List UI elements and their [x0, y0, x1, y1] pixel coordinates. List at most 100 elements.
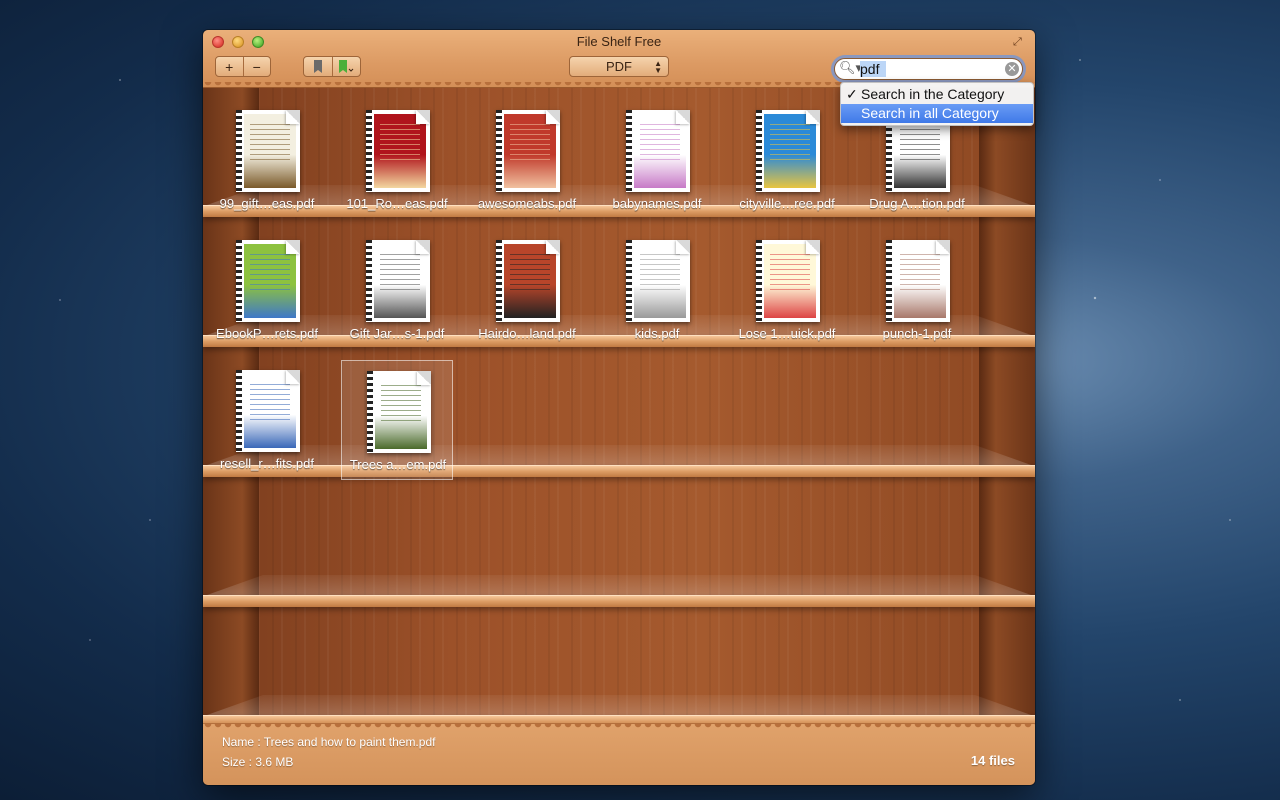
- pdf-text-lines: [510, 124, 550, 164]
- spiral-binding: [756, 240, 762, 322]
- pdf-text-lines: [250, 124, 290, 164]
- pdf-file-item[interactable]: kids.pdf: [601, 230, 713, 350]
- pdf-text-lines: [900, 124, 940, 164]
- page-curl: [286, 240, 300, 254]
- spiral-binding: [626, 240, 632, 322]
- pdf-file-item[interactable]: Gift Jar…s-1.pdf: [341, 230, 453, 350]
- file-count: 14 files: [970, 753, 1015, 768]
- bookmark-add-button[interactable]: [331, 57, 361, 76]
- pdf-file-item[interactable]: Trees a…em.pdf: [341, 360, 453, 480]
- spiral-binding: [756, 110, 762, 192]
- pdf-file-label: cityville…ree.pdf: [739, 196, 835, 211]
- spiral-binding: [496, 110, 502, 192]
- page-curl: [676, 110, 690, 124]
- pdf-text-lines: [250, 384, 290, 424]
- category-value: PDF: [606, 59, 632, 74]
- pdf-cover: [764, 244, 816, 318]
- menu-item-search-category[interactable]: ✓ Search in the Category: [841, 85, 1033, 104]
- pdf-file-item[interactable]: resell_r…fits.pdf: [211, 360, 323, 480]
- pdf-cover: [244, 374, 296, 448]
- pdf-file-label: 101_Ro…eas.pdf: [346, 196, 448, 211]
- add-button[interactable]: +: [216, 57, 243, 76]
- selected-file-size: Size : 3.6 MB: [222, 755, 294, 769]
- pdf-file-item[interactable]: punch-1.pdf: [861, 230, 973, 350]
- pdf-cover: [504, 244, 556, 318]
- pdf-file-item[interactable]: cityville…ree.pdf: [731, 100, 843, 220]
- pdf-file-item[interactable]: Hairdo…land.pdf: [471, 230, 583, 350]
- checkmark-icon: ✓: [846, 86, 858, 102]
- pdf-file-item[interactable]: 101_Ro…eas.pdf: [341, 100, 453, 220]
- bookmark-icon: [313, 60, 322, 73]
- titlebar: File Shelf Free ⤢ + − PDF ▲▼ 🔍︎▾ ✕: [203, 30, 1035, 88]
- pdf-text-lines: [250, 254, 290, 294]
- spiral-binding: [236, 240, 242, 322]
- pdf-cover: [894, 244, 946, 318]
- page-curl: [286, 370, 300, 384]
- pdf-cover: [374, 244, 426, 318]
- pdf-thumbnail: [626, 110, 690, 192]
- pdf-file-item[interactable]: 99_gift…eas.pdf: [211, 100, 323, 220]
- pdf-file-label: kids.pdf: [634, 326, 680, 341]
- pdf-thumbnail: [367, 371, 431, 453]
- pdf-cover: [244, 244, 296, 318]
- pdf-file-label: Lose 1…uick.pdf: [738, 326, 836, 341]
- pdf-thumbnail: [366, 240, 430, 322]
- pdf-thumbnail: [496, 240, 560, 322]
- pdf-thumbnail: [756, 110, 820, 192]
- popup-arrows-icon: ▲ ▼: [654, 59, 662, 75]
- pdf-thumbnail: [756, 240, 820, 322]
- page-curl: [676, 240, 690, 254]
- pdf-thumbnail: [236, 240, 300, 322]
- pdf-file-label: Hairdo…land.pdf: [478, 326, 576, 341]
- window-title: File Shelf Free: [576, 34, 662, 49]
- pdf-text-lines: [640, 254, 680, 294]
- pdf-thumbnail: [496, 110, 560, 192]
- pdf-text-lines: [380, 124, 420, 164]
- pdf-text-lines: [640, 124, 680, 164]
- search-input[interactable]: [860, 61, 886, 77]
- page-curl: [417, 371, 431, 385]
- search-icon[interactable]: 🔍︎▾: [839, 60, 862, 76]
- pdf-text-lines: [770, 124, 810, 164]
- shelf-board: [203, 595, 1035, 607]
- page-curl: [936, 240, 950, 254]
- pdf-cover: [375, 375, 427, 449]
- menu-item-search-all[interactable]: Search in all Category: [841, 104, 1033, 123]
- page-curl: [546, 110, 560, 124]
- bookmark-button[interactable]: [304, 57, 332, 76]
- clear-search-icon[interactable]: ✕: [1005, 62, 1019, 76]
- status-bar: Name : Trees and how to paint them.pdf S…: [203, 723, 1035, 785]
- spiral-binding: [626, 110, 632, 192]
- fullscreen-icon[interactable]: ⤢: [1013, 36, 1025, 48]
- page-curl: [806, 240, 820, 254]
- spiral-binding: [236, 110, 242, 192]
- search-field[interactable]: 🔍︎▾ ✕: [834, 58, 1023, 80]
- pdf-cover: [374, 114, 426, 188]
- pdf-file-label: babynames.pdf: [612, 196, 702, 211]
- pdf-thumbnail: [236, 370, 300, 452]
- pdf-file-item[interactable]: awesomeabs.pdf: [471, 100, 583, 220]
- page-curl: [416, 110, 430, 124]
- pdf-file-item[interactable]: babynames.pdf: [601, 100, 713, 220]
- pdf-file-label: Trees a…em.pdf: [349, 457, 447, 472]
- pdf-file-label: resell_r…fits.pdf: [220, 456, 314, 471]
- pdf-text-lines: [380, 254, 420, 294]
- page-curl: [286, 110, 300, 124]
- pdf-text-lines: [381, 385, 421, 425]
- pdf-file-label: Gift Jar…s-1.pdf: [349, 326, 445, 341]
- pdf-text-lines: [770, 254, 810, 294]
- category-popup[interactable]: PDF ▲ ▼: [569, 56, 669, 77]
- bookmark-segment: [303, 56, 361, 77]
- search-options-menu: ✓ Search in the Category Search in all C…: [840, 82, 1034, 126]
- pdf-cover: [504, 114, 556, 188]
- pdf-file-label: EbookP…rets.pdf: [216, 326, 318, 341]
- spiral-binding: [367, 371, 373, 453]
- pdf-file-label: 99_gift…eas.pdf: [219, 196, 315, 211]
- remove-button[interactable]: −: [242, 57, 271, 76]
- pdf-cover: [244, 114, 296, 188]
- spiral-binding: [366, 240, 372, 322]
- pdf-file-item[interactable]: Lose 1…uick.pdf: [731, 230, 843, 350]
- add-remove-segment: + −: [215, 56, 271, 77]
- pdf-file-item[interactable]: EbookP…rets.pdf: [211, 230, 323, 350]
- spiral-binding: [236, 370, 242, 452]
